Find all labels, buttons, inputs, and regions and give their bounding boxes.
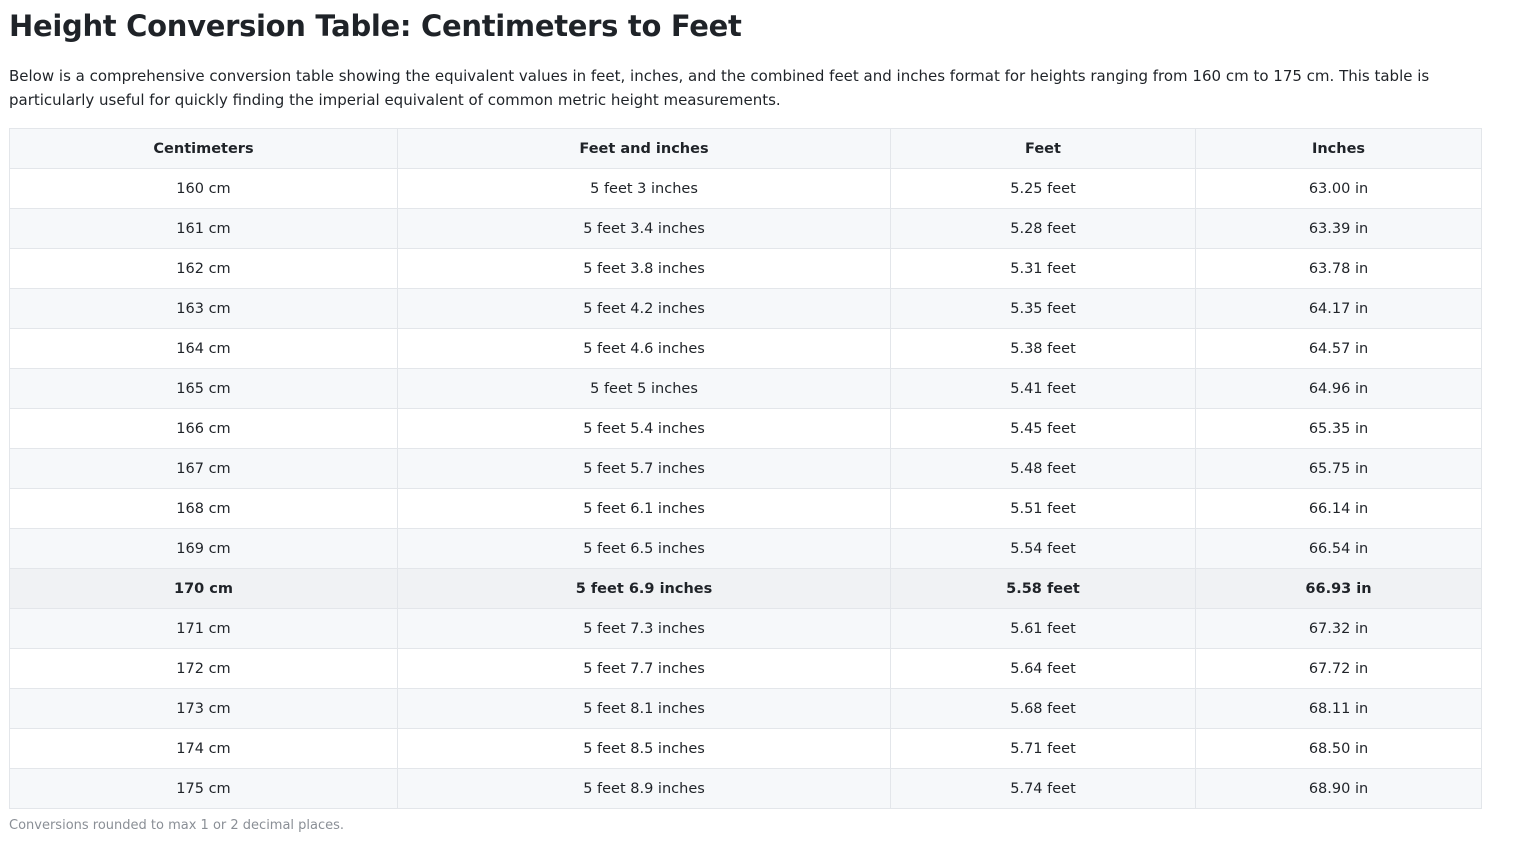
cell-centimeters: 168 cm [9, 488, 398, 529]
table-row: 164 cm 5 feet 4.6 inches 5.38 feet 64.57 in [9, 328, 1482, 369]
cell-feet-and-inches: 5 feet 8.9 inches [397, 768, 891, 809]
page: Height Conversion Table: Centimeters to … [0, 0, 1514, 833]
cell-feet-and-inches: 5 feet 4.6 inches [397, 328, 891, 369]
cell-feet-and-inches: 5 feet 8.5 inches [397, 728, 891, 769]
cell-inches: 63.78 in [1195, 248, 1482, 289]
cell-inches: 67.32 in [1195, 608, 1482, 649]
table-row: 171 cm 5 feet 7.3 inches 5.61 feet 67.32 in [9, 608, 1482, 649]
table-row: 175 cm 5 feet 8.9 inches 5.74 feet 68.90 in [9, 768, 1482, 809]
table-row: 166 cm 5 feet 5.4 inches 5.45 feet 65.35 in [9, 408, 1482, 449]
cell-feet-and-inches: 5 feet 6.5 inches [397, 528, 891, 569]
cell-feet: 5.71 feet [890, 728, 1196, 769]
cell-feet: 5.58 feet [890, 568, 1196, 609]
cell-centimeters: 166 cm [9, 408, 398, 449]
cell-inches: 66.14 in [1195, 488, 1482, 529]
header-feet-and-inches: Feet and inches [397, 128, 891, 169]
table-row: 162 cm 5 feet 3.8 inches 5.31 feet 63.78 in [9, 248, 1482, 289]
table-body: 160 cm 5 feet 3 inches 5.25 feet 63.00 in 16… [9, 168, 1482, 809]
cell-centimeters: 170 cm [9, 568, 398, 609]
cell-feet: 5.41 feet [890, 368, 1196, 409]
cell-inches: 66.54 in [1195, 528, 1482, 569]
cell-feet-and-inches: 5 feet 4.2 inches [397, 288, 891, 329]
cell-feet: 5.25 feet [890, 168, 1196, 209]
table-row: 167 cm 5 feet 5.7 inches 5.48 feet 65.75 in [9, 448, 1482, 489]
header-inches: Inches [1195, 128, 1482, 169]
table-row: 168 cm 5 feet 6.1 inches 5.51 feet 66.14 in [9, 488, 1482, 529]
cell-centimeters: 162 cm [9, 248, 398, 289]
table-header-row: Centimeters Feet and inches Feet Inches [9, 128, 1482, 169]
cell-feet: 5.45 feet [890, 408, 1196, 449]
cell-feet: 5.61 feet [890, 608, 1196, 649]
cell-inches: 63.00 in [1195, 168, 1482, 209]
cell-feet: 5.38 feet [890, 328, 1196, 369]
cell-feet: 5.68 feet [890, 688, 1196, 729]
cell-feet: 5.48 feet [890, 448, 1196, 489]
footnote: Conversions rounded to max 1 or 2 decima… [9, 818, 345, 833]
cell-centimeters: 167 cm [9, 448, 398, 489]
header-centimeters: Centimeters [9, 128, 398, 169]
cell-inches: 64.17 in [1195, 288, 1482, 329]
cell-centimeters: 171 cm [9, 608, 398, 649]
intro-paragraph: Below is a comprehensive conversion tabl… [9, 67, 1430, 109]
cell-feet-and-inches: 5 feet 7.7 inches [397, 648, 891, 689]
header-feet: Feet [890, 128, 1196, 169]
cell-feet-and-inches: 5 feet 3.8 inches [397, 248, 891, 289]
cell-feet: 5.54 feet [890, 528, 1196, 569]
table-row: 174 cm 5 feet 8.5 inches 5.71 feet 68.50 in [9, 728, 1482, 769]
cell-inches: 68.50 in [1195, 728, 1482, 769]
cell-feet-and-inches: 5 feet 6.1 inches [397, 488, 891, 529]
cell-inches: 64.96 in [1195, 368, 1482, 409]
cell-feet: 5.74 feet [890, 768, 1196, 809]
cell-feet-and-inches: 5 feet 7.3 inches [397, 608, 891, 649]
table-row: 172 cm 5 feet 7.7 inches 5.64 feet 67.72 in [9, 648, 1482, 689]
cell-centimeters: 172 cm [9, 648, 398, 689]
cell-centimeters: 163 cm [9, 288, 398, 329]
cell-inches: 65.75 in [1195, 448, 1482, 489]
cell-centimeters: 160 cm [9, 168, 398, 209]
page-title: Height Conversion Table: Centimeters to … [9, 9, 742, 43]
cell-centimeters: 175 cm [9, 768, 398, 809]
cell-centimeters: 173 cm [9, 688, 398, 729]
conversion-table: Centimeters Feet and inches Feet Inches … [9, 128, 1482, 809]
cell-inches: 68.90 in [1195, 768, 1482, 809]
table-row: 173 cm 5 feet 8.1 inches 5.68 feet 68.11 in [9, 688, 1482, 729]
table-row: 170 cm 5 feet 6.9 inches 5.58 feet 66.93 in [9, 568, 1482, 609]
cell-inches: 65.35 in [1195, 408, 1482, 449]
cell-feet-and-inches: 5 feet 6.9 inches [397, 568, 891, 609]
cell-inches: 68.11 in [1195, 688, 1482, 729]
table-row: 163 cm 5 feet 4.2 inches 5.35 feet 64.17 in [9, 288, 1482, 329]
cell-feet-and-inches: 5 feet 5 inches [397, 368, 891, 409]
cell-inches: 66.93 in [1195, 568, 1482, 609]
cell-feet: 5.31 feet [890, 248, 1196, 289]
table-row: 160 cm 5 feet 3 inches 5.25 feet 63.00 in [9, 168, 1482, 209]
cell-feet: 5.51 feet [890, 488, 1196, 529]
cell-feet-and-inches: 5 feet 3 inches [397, 168, 891, 209]
cell-centimeters: 169 cm [9, 528, 398, 569]
cell-feet-and-inches: 5 feet 3.4 inches [397, 208, 891, 249]
cell-inches: 63.39 in [1195, 208, 1482, 249]
cell-feet-and-inches: 5 feet 8.1 inches [397, 688, 891, 729]
cell-feet: 5.64 feet [890, 648, 1196, 689]
table-row: 161 cm 5 feet 3.4 inches 5.28 feet 63.39 in [9, 208, 1482, 249]
cell-feet: 5.35 feet [890, 288, 1196, 329]
table-row: 165 cm 5 feet 5 inches 5.41 feet 64.96 in [9, 368, 1482, 409]
cell-inches: 64.57 in [1195, 328, 1482, 369]
cell-centimeters: 174 cm [9, 728, 398, 769]
cell-feet: 5.28 feet [890, 208, 1196, 249]
cell-centimeters: 161 cm [9, 208, 398, 249]
cell-inches: 67.72 in [1195, 648, 1482, 689]
cell-feet-and-inches: 5 feet 5.7 inches [397, 448, 891, 489]
table-row: 169 cm 5 feet 6.5 inches 5.54 feet 66.54 in [9, 528, 1482, 569]
cell-feet-and-inches: 5 feet 5.4 inches [397, 408, 891, 449]
cell-centimeters: 164 cm [9, 328, 398, 369]
cell-centimeters: 165 cm [9, 368, 398, 409]
